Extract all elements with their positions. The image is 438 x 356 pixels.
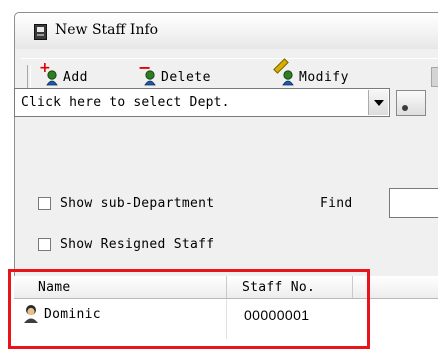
show-resigned-staff-label: Show Resigned Staff [60,237,215,252]
show-sub-department-label: Show sub-Department [60,196,215,211]
department-select-value: Click here to select Dept. [21,95,230,110]
column-header-staff-no[interactable]: Staff No. [242,280,315,295]
toolbar-grip[interactable] [27,65,31,89]
delete-button-label: Delete [161,69,211,85]
modify-button-label: Modify [299,69,349,85]
show-resigned-staff-checkbox[interactable] [38,238,51,251]
show-resigned-staff-option[interactable]: Show Resigned Staff [38,237,214,252]
toolbar-overflow-button[interactable] [431,67,438,87]
column-divider[interactable] [352,276,353,298]
staff-name-cell: Dominic [44,307,101,322]
table-header: Name Staff No. [14,276,438,299]
chevron-down-icon[interactable] [368,90,388,115]
person-avatar-icon [24,305,38,323]
delete-button[interactable]: − Delete [138,58,211,89]
department-select[interactable]: Click here to select Dept. [14,88,390,117]
delete-person-icon: − [138,58,161,88]
show-sub-department-option[interactable]: Show sub-Department [38,196,214,211]
department-browse-button[interactable] [396,90,426,116]
add-button[interactable]: + Add [39,60,88,89]
add-button-label: Add [63,69,88,85]
column-header-name[interactable]: Name [38,280,71,295]
column-divider[interactable] [226,276,227,298]
title-bar[interactable]: New Staff Info [15,13,438,49]
modify-button[interactable]: Modify [273,58,349,89]
app-icon [34,24,47,40]
staff-table: Name Staff No. Dominic 00000001 [14,276,438,356]
add-person-icon: + [39,60,63,88]
window-title: New Staff Info [55,22,159,38]
edit-person-icon [273,58,299,88]
find-input[interactable] [389,188,438,218]
find-label: Find [320,196,353,211]
show-sub-department-checkbox[interactable] [38,197,51,210]
staff-number-cell: 00000001 [244,307,310,323]
row-divider [226,299,227,339]
